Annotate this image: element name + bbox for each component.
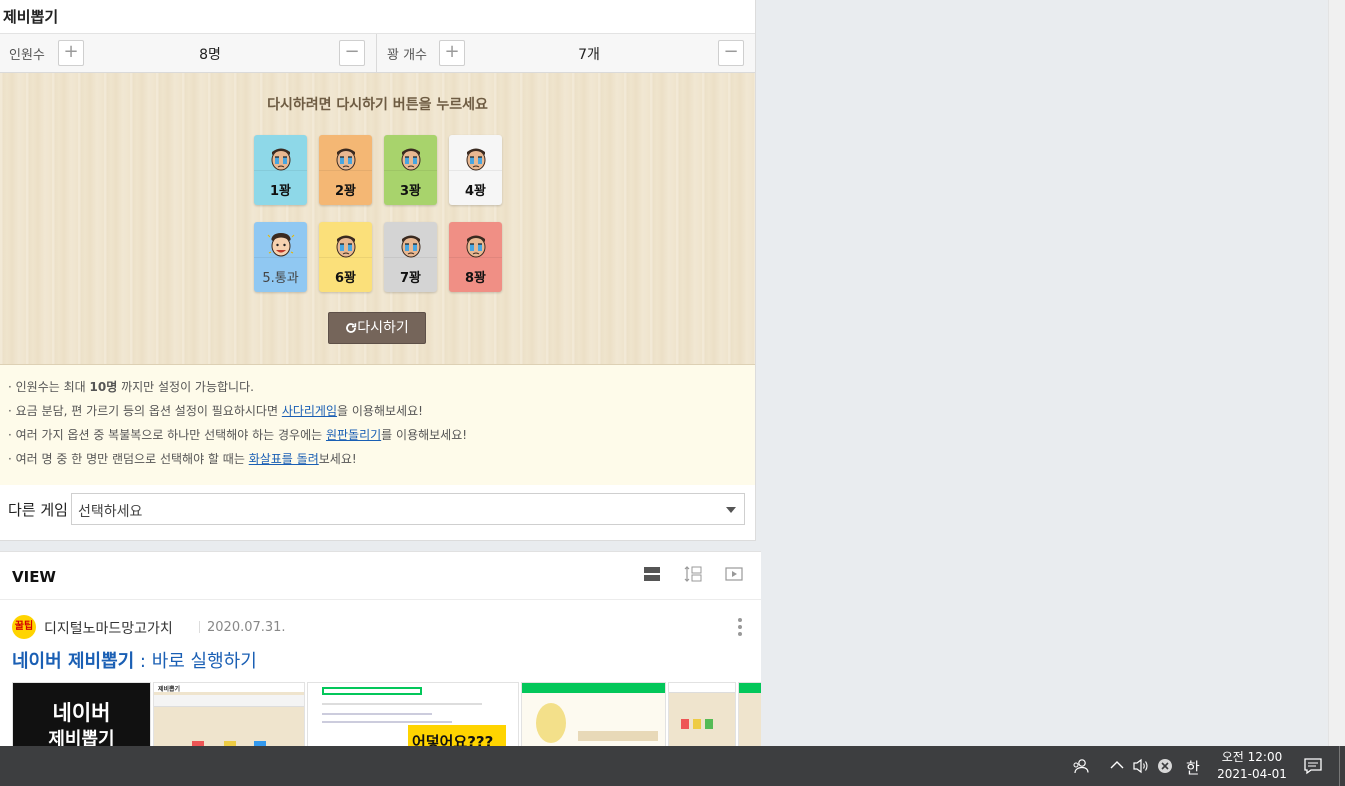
retry-button[interactable]: 다시하기 [328, 312, 426, 344]
post-thumbnails: 네이버 제비뽑기 제비뽑기 어덯어요??? [12, 682, 761, 746]
note-line: · 여러 가지 옵션 중 복불복으로 하나만 선택해야 하는 경우에는 원판돌리… [8, 423, 747, 447]
lottery-card[interactable]: 2꽝 [319, 135, 372, 205]
blog-avatar[interactable]: 꿀팁 [12, 615, 36, 639]
note-line: · 여러 명 중 한 명만 랜덤으로 선택해야 할 때는 화살표를 돌려보세요! [8, 447, 747, 471]
note-text: · 요금 분담, 편 가르기 등의 옵션 설정이 필요하시다면 [8, 404, 282, 418]
thumbnail[interactable] [521, 682, 666, 746]
blanks-setting: 꽝 개수 + 7개 − [377, 34, 755, 73]
lottery-card[interactable]: 6꽝 [319, 222, 372, 292]
divider [199, 621, 200, 633]
scrollbar[interactable] [1328, 0, 1345, 746]
card-label: 2꽝 [334, 184, 356, 199]
blanks-value: 7개 [578, 47, 600, 63]
view-header: VIEW [0, 552, 761, 600]
thumbnail[interactable] [738, 682, 761, 746]
thumbnail-caption: 어덯어요??? [412, 733, 494, 746]
chevron-up-icon[interactable] [1110, 759, 1124, 786]
chevron-down-icon [726, 507, 736, 513]
note-text: · 여러 명 중 한 명만 랜덤으로 선택해야 할 때는 [8, 452, 249, 466]
clock-date: 2021-04-01 [1217, 767, 1287, 781]
people-decrease-button[interactable]: − [339, 40, 365, 66]
people-value: 8명 [199, 47, 221, 63]
thumbnail[interactable]: 어덯어요??? [307, 682, 519, 746]
select-value: 선택하세요 [78, 504, 143, 520]
notes-box: · 인원수는 최대 10명 까지만 설정이 가능합니다. · 요금 분담, 편 가… [0, 365, 755, 485]
blanks-label: 꽝 개수 [387, 48, 428, 63]
retry-label: 다시하기 [357, 320, 409, 336]
note-link[interactable]: 사다리게임 [282, 404, 337, 418]
card-label: 3꽝 [399, 184, 421, 199]
card-label: 6꽝 [334, 271, 356, 286]
notification-icon[interactable] [1304, 757, 1322, 786]
settings-bar: 인원수 + 8명 − 꽝 개수 + 7개 − [0, 33, 755, 73]
note-text: 를 이용해보세요! [381, 428, 468, 442]
post-title-rest: : 바로 실행하기 [134, 651, 257, 672]
note-text: 을 이용해보세요! [337, 404, 423, 418]
thumbnail[interactable]: 제비뽑기 [153, 682, 305, 746]
card-label: 4꽝 [464, 184, 486, 199]
view-section: VIEW 꿀팁 디지털노마드망고가치 2020.07.31. 네이버 제비뽑기 … [0, 551, 761, 746]
list-view-icon[interactable] [644, 566, 660, 586]
note-link[interactable]: 화살표를 돌려 [249, 452, 319, 466]
note-text: · 여러 가지 옵션 중 복불복으로 하나만 선택해야 하는 경우에는 [8, 428, 326, 442]
card-label: 5.통과 [262, 271, 299, 286]
lottery-card[interactable]: 3꽝 [384, 135, 437, 205]
post-author[interactable]: 디지털노마드망고가치 [44, 618, 173, 638]
ime-indicator[interactable]: 한 [1186, 757, 1200, 778]
board-message: 다시하려면 다시하기 버튼을 누르세요 [267, 97, 488, 113]
note-emphasis: 10명 [89, 380, 118, 394]
card-label: 8꽝 [464, 271, 486, 286]
show-desktop-button[interactable] [1339, 746, 1340, 786]
post-date: 2020.07.31. [207, 620, 286, 635]
other-game-select[interactable]: 선택하세요 [71, 493, 745, 525]
blanks-increase-button[interactable]: + [439, 40, 465, 66]
note-link[interactable]: 원판돌리기 [326, 428, 381, 442]
people-icon[interactable] [1072, 757, 1090, 786]
note-text: · 인원수는 최대 [8, 380, 90, 394]
note-line: · 인원수는 최대 10명 까지만 설정이 가능합니다. [8, 375, 747, 399]
volume-icon[interactable] [1132, 758, 1150, 786]
lottery-board: 다시하려면 다시하기 버튼을 누르세요 1꽝 2꽝 3꽝 4꽝 5.통과 6꽝 7꽝 8꽝 다… [0, 73, 755, 365]
lottery-card[interactable]: 5.통과 [254, 222, 307, 292]
network-error-icon[interactable] [1157, 758, 1173, 786]
thumbnail[interactable] [668, 682, 736, 746]
view-title: VIEW [12, 568, 56, 586]
taskbar: 한 오전 12:00 2021-04-01 [0, 746, 1345, 786]
thumbnail-text: 네이버 [52, 701, 111, 725]
thumbnail-text: 제비뽑기 [48, 729, 115, 746]
thumbnail[interactable]: 네이버 제비뽑기 [12, 682, 151, 746]
video-view-icon[interactable] [725, 566, 743, 586]
lottery-card[interactable]: 8꽝 [449, 222, 502, 292]
detail-view-icon[interactable] [684, 566, 702, 586]
post-title-bold: 네이버 제비뽑기 [12, 651, 135, 672]
people-setting: 인원수 + 8명 − [0, 34, 376, 73]
clock[interactable]: 오전 12:00 2021-04-01 [1208, 749, 1296, 783]
other-game: 다른 게임 선택하세요 [0, 485, 755, 540]
note-text: 보세요! [318, 452, 357, 466]
lottery-widget: 제비뽑기 인원수 + 8명 − 꽝 개수 + 7개 − 다시하려면 다시하기 버… [0, 0, 756, 541]
note-line: · 요금 분담, 편 가르기 등의 옵션 설정이 필요하시다면 사다리게임을 이… [8, 399, 747, 423]
lottery-card[interactable]: 4꽝 [449, 135, 502, 205]
note-text: 까지만 설정이 가능합니다. [117, 380, 254, 394]
blanks-decrease-button[interactable]: − [718, 40, 744, 66]
more-options-icon[interactable] [738, 618, 742, 639]
card-label: 7꽝 [399, 271, 421, 286]
other-game-label: 다른 게임 [8, 501, 68, 519]
lottery-card[interactable]: 7꽝 [384, 222, 437, 292]
widget-title: 제비뽑기 [3, 8, 59, 26]
post-title[interactable]: 네이버 제비뽑기 : 바로 실행하기 [12, 647, 257, 673]
refresh-icon [345, 315, 357, 345]
clock-time: 오전 12:00 [1221, 750, 1283, 764]
card-label: 1꽝 [269, 184, 291, 199]
people-label: 인원수 [9, 48, 45, 63]
lottery-card[interactable]: 1꽝 [254, 135, 307, 205]
people-increase-button[interactable]: + [58, 40, 84, 66]
thumbnail-text: 제비뽑기 [158, 686, 181, 693]
